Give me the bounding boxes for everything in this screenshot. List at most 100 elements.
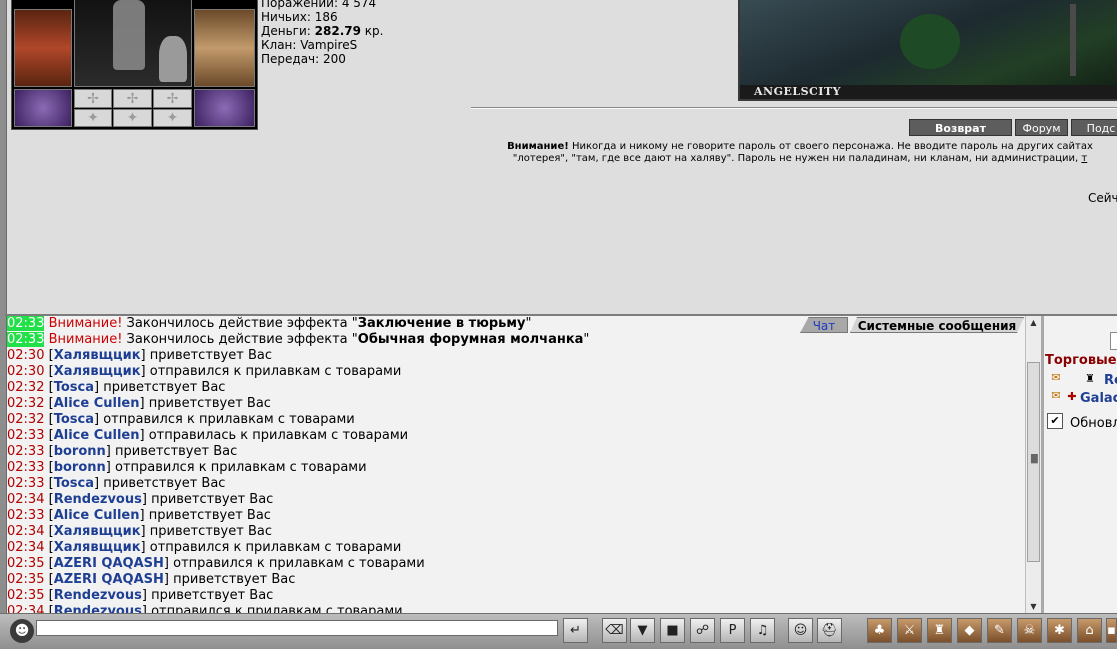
scroll-down-arrow-icon[interactable]: ▼ — [1026, 602, 1041, 611]
scroll-up-arrow-icon[interactable]: ▲ — [1026, 318, 1041, 327]
equipment-panel: ✢ ✢ ✢ ✦ ✦ ✦ — [11, 0, 258, 130]
player-nick[interactable]: AZERI QAQASH — [54, 572, 164, 587]
chat-log: 02:33 Внимание! Закончилось действие эфф… — [7, 316, 1025, 613]
message-time[interactable]: 02:34 — [7, 540, 44, 555]
equip-slot-legs[interactable] — [194, 9, 255, 87]
scroll-thumb[interactable]: ▬ ▬ ▬ — [1027, 362, 1040, 562]
message-time[interactable]: 02:33 — [7, 428, 44, 443]
equip-slot-empty-2[interactable]: ✢ — [113, 89, 152, 108]
quest-icon[interactable]: ✎ — [987, 618, 1012, 643]
equip-slot-empty-4[interactable]: ✦ — [74, 109, 112, 127]
equip-slot-cloak[interactable] — [14, 9, 72, 87]
player-nick[interactable]: Rendezvous — [54, 604, 142, 613]
message-text: отправился к прилавкам с товарами — [146, 604, 403, 613]
private-message-icon[interactable]: ✉ — [1047, 371, 1065, 385]
message-time[interactable]: 02:30 — [7, 364, 44, 379]
runner-icon[interactable]: ☍ — [690, 618, 715, 643]
message-time[interactable]: 02:34 — [7, 492, 44, 507]
equip-slot-boots[interactable] — [194, 89, 255, 127]
player-nick[interactable]: Rendezvous — [54, 588, 142, 603]
helmet-icon[interactable]: ⛑ — [817, 618, 842, 643]
player-nick[interactable]: boronn — [54, 460, 106, 475]
player-nick[interactable]: Tosca — [54, 412, 94, 427]
chat-scrollbar[interactable]: ▲ ▬ ▬ ▬ ▼ — [1025, 316, 1041, 613]
mask-icon[interactable]: ☠ — [1017, 618, 1042, 643]
message-time[interactable]: 02:33 — [7, 460, 44, 475]
chat-message: 02:33 [boronn] приветствует Вас — [7, 444, 238, 459]
grip-icon: ▬ ▬ ▬ — [1030, 451, 1039, 467]
treasure-icon[interactable]: ◆ — [957, 618, 982, 643]
now-text: Сейч — [1088, 191, 1117, 205]
more-button[interactable]: Подс — [1071, 119, 1117, 136]
message-time[interactable]: 02:35 — [7, 588, 44, 603]
message-time[interactable]: 02:33 — [7, 316, 45, 331]
message-time[interactable]: 02:35 — [7, 556, 44, 571]
trader-name-2[interactable]: Galac — [1080, 391, 1117, 406]
player-nick[interactable]: Rendezvous — [54, 492, 142, 507]
sound-icon[interactable]: ♫ — [750, 618, 775, 643]
player-nick[interactable]: AZERI QAQASH — [54, 556, 164, 571]
save-icon[interactable]: ■ — [660, 618, 685, 643]
refresh-checkbox[interactable]: ✔ — [1047, 413, 1063, 429]
message-time[interactable]: 02:32 — [7, 412, 44, 427]
player-nick[interactable]: Tosca — [54, 476, 94, 491]
bag-icon[interactable]: ♣ — [867, 618, 892, 643]
message-time[interactable]: 02:34 — [7, 604, 44, 613]
panel-input-box[interactable] — [1110, 332, 1117, 350]
message-time[interactable]: 02:33 — [7, 444, 44, 459]
player-nick[interactable]: Alice Cullen — [54, 396, 140, 411]
private-icon[interactable]: P — [720, 618, 745, 643]
back-button[interactable]: Возврат — [909, 119, 1012, 136]
message-text: отправилась к прилавкам с товарами — [144, 428, 409, 443]
message-text: отправился к прилавкам с товарами — [145, 540, 402, 555]
forum-button[interactable]: Форум — [1015, 119, 1068, 136]
warning-link[interactable]: т — [1081, 153, 1087, 164]
player-nick[interactable]: Alice Cullen — [54, 508, 140, 523]
trader-name-1[interactable]: Re — [1104, 373, 1117, 388]
equip-slot-belt[interactable] — [14, 89, 72, 127]
extra-icon[interactable]: ▪ — [1106, 618, 1117, 643]
equip-slot-empty-6[interactable]: ✦ — [153, 109, 192, 127]
player-nick[interactable]: Халявщцик — [54, 364, 141, 379]
character-avatar[interactable] — [74, 0, 192, 87]
emotion-icon[interactable]: ☻ — [10, 619, 34, 643]
chat-message: 02:34 [Rendezvous] приветствует Вас — [7, 492, 274, 507]
message-text: отправился к прилавкам с товарами — [168, 556, 425, 571]
message-time[interactable]: 02:32 — [7, 396, 44, 411]
player-nick[interactable]: Tosca — [54, 380, 94, 395]
clear-icon[interactable]: ⌫ — [602, 618, 627, 643]
effect-name: Обычная форумная молчанка — [357, 332, 584, 347]
equip-slot-empty-5[interactable]: ✦ — [113, 109, 152, 127]
player-nick[interactable]: Халявщцик — [54, 540, 141, 555]
chat-message: 02:33 [Alice Cullen] отправилась к прила… — [7, 428, 409, 443]
signpost-icon — [1070, 4, 1076, 76]
tab-system-messages[interactable]: Системные сообщения — [850, 317, 1024, 333]
player-nick[interactable]: boronn — [54, 444, 106, 459]
send-button[interactable]: ↵ — [563, 618, 588, 643]
message-time[interactable]: 02:32 — [7, 380, 44, 395]
chat-input[interactable] — [36, 620, 558, 636]
location-banner: ANGELSCITY — [738, 0, 1117, 101]
divider-line — [471, 107, 1117, 109]
message-time[interactable]: 02:33 — [7, 332, 45, 347]
message-time[interactable]: 02:33 — [7, 508, 44, 523]
message-text: " — [583, 332, 590, 347]
spider-icon[interactable]: ✱ — [1047, 618, 1072, 643]
character-silhouette-icon — [113, 0, 145, 70]
filter-icon[interactable]: ▼ — [630, 618, 655, 643]
message-time[interactable]: 02:33 — [7, 476, 44, 491]
message-time[interactable]: 02:34 — [7, 524, 44, 539]
chat-message: 02:34 [Халявщцик] отправился к прилавкам… — [7, 540, 402, 555]
equip-slot-empty-3[interactable]: ✢ — [153, 89, 192, 108]
stat-money: Деньги: 282.79 кр. — [261, 24, 384, 38]
player-nick[interactable]: Халявщцик — [54, 524, 141, 539]
house-icon[interactable]: ⌂ — [1077, 618, 1102, 643]
money-bag-icon[interactable]: ♜ — [927, 618, 952, 643]
sword-icon[interactable]: ⚔ — [897, 618, 922, 643]
message-time[interactable]: 02:30 — [7, 348, 44, 363]
message-time[interactable]: 02:35 — [7, 572, 44, 587]
smiley-icon[interactable]: ☺ — [788, 618, 813, 643]
player-nick[interactable]: Халявщцик — [54, 348, 141, 363]
player-nick[interactable]: Alice Cullen — [54, 428, 140, 443]
equip-slot-empty-1[interactable]: ✢ — [74, 89, 112, 108]
